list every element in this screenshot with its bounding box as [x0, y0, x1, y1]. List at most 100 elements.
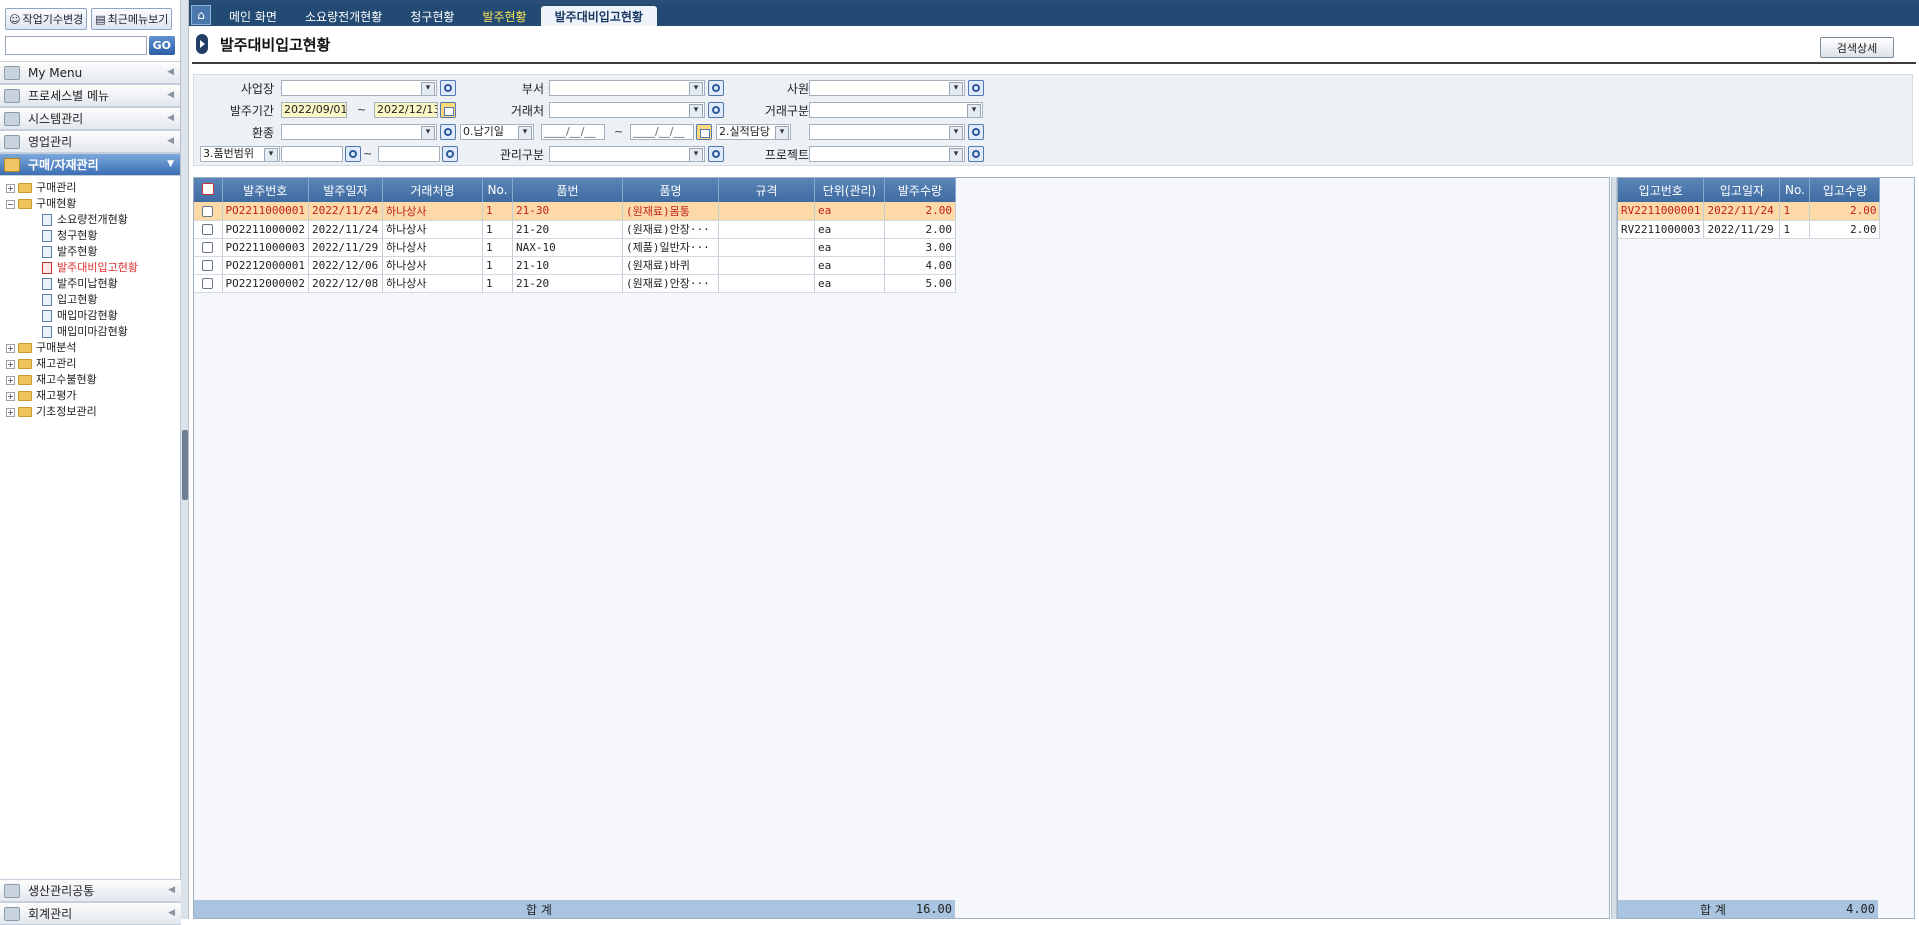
- search-icon[interactable]: [345, 146, 361, 162]
- tree-node-purchase-analysis[interactable]: + 구매분석: [6, 340, 180, 356]
- select-all-header[interactable]: [194, 178, 223, 202]
- item-to-input[interactable]: [378, 146, 440, 162]
- order-grid: 발주번호 발주일자 거래처명 No. 품번 품명 규격 단위(관리) 발주수량 …: [193, 177, 1610, 919]
- cell: (원재료)몸통: [622, 202, 719, 221]
- tab-request[interactable]: 청구현황: [396, 6, 468, 26]
- row-checkbox[interactable]: [194, 238, 223, 257]
- tab-order-status[interactable]: 발주현황: [468, 6, 540, 26]
- go-button[interactable]: GO: [148, 35, 175, 55]
- detail-search-button[interactable]: 검색상세: [1820, 37, 1894, 58]
- trade-type-select[interactable]: [809, 102, 983, 118]
- menu-purchase[interactable]: 구매/자재관리 ▼: [0, 153, 180, 176]
- tree-node-inventory[interactable]: + 재고관리: [6, 356, 180, 372]
- tree-node-inventory-valuation[interactable]: + 재고평가: [6, 388, 180, 404]
- dept-select[interactable]: [549, 80, 705, 96]
- expand-icon[interactable]: +: [6, 343, 15, 353]
- row-checkbox[interactable]: [194, 256, 223, 275]
- mgmt-select[interactable]: [549, 146, 705, 162]
- table-row[interactable]: PO2212000001 2022/12/06 하나상사 1 21-10 (원재료)바퀴 e…: [194, 256, 956, 275]
- expand-icon[interactable]: +: [6, 407, 15, 417]
- menu-system[interactable]: 시스템관리 ◀: [0, 107, 180, 130]
- checkbox-icon: [202, 278, 214, 289]
- delivery-to-input[interactable]: ____/__/__: [630, 124, 694, 140]
- col-header[interactable]: No.: [482, 178, 513, 202]
- tree-leaf[interactable]: 매입미마감현황: [6, 324, 180, 340]
- table-row[interactable]: PO2211000001 2022/11/24 하나상사 1 21-30 (원재료)몸통 e…: [194, 202, 956, 221]
- owner-type-select[interactable]: 2.실적담당: [716, 124, 791, 140]
- cell: 1: [482, 220, 513, 239]
- currency-select[interactable]: [281, 124, 437, 140]
- col-header[interactable]: 발주일자: [308, 178, 383, 202]
- table-row[interactable]: RV2211000001 2022/11/24 1 2.00: [1618, 202, 1881, 221]
- search-icon[interactable]: [440, 124, 456, 140]
- tree-node-purchase-mgmt[interactable]: + 구매관리: [6, 180, 180, 196]
- search-icon[interactable]: [968, 80, 984, 96]
- menu-search-input[interactable]: [5, 35, 147, 55]
- tab-requirement[interactable]: 소요량전개현황: [291, 6, 396, 26]
- tree-node-inventory-flow[interactable]: + 재고수불현황: [6, 372, 180, 388]
- item-from-input[interactable]: [281, 146, 343, 162]
- calendar-icon[interactable]: [696, 124, 712, 140]
- col-header[interactable]: 단위(관리): [814, 178, 885, 202]
- expand-icon[interactable]: +: [6, 375, 15, 385]
- delivery-from-input[interactable]: ____/__/__: [541, 124, 605, 140]
- col-header[interactable]: 입고수량: [1809, 178, 1881, 202]
- sidebar-splitter[interactable]: [181, 0, 189, 919]
- col-header[interactable]: 품명: [622, 178, 719, 202]
- row-checkbox[interactable]: [194, 202, 223, 221]
- col-header[interactable]: No.: [1779, 178, 1811, 202]
- cell: RV2211000001: [1618, 202, 1705, 221]
- delivery-date-type-select[interactable]: 0.납기일: [460, 124, 534, 140]
- collapse-handle[interactable]: [182, 430, 188, 500]
- cell: 하나상사: [382, 238, 483, 257]
- col-header[interactable]: 규격: [718, 178, 815, 202]
- table-row[interactable]: PO2211000003 2022/11/29 하나상사 1 NAX-10 (제품)일반자…: [194, 238, 956, 257]
- col-header[interactable]: 발주번호: [222, 178, 309, 202]
- project-select[interactable]: [809, 146, 965, 162]
- col-header[interactable]: 입고번호: [1618, 178, 1705, 202]
- expand-icon[interactable]: +: [6, 391, 15, 401]
- site-select[interactable]: [281, 80, 437, 96]
- search-icon[interactable]: [968, 124, 984, 140]
- folder-icon: [18, 375, 32, 385]
- col-header[interactable]: 품번: [512, 178, 623, 202]
- collapse-icon[interactable]: −: [6, 199, 15, 209]
- date-to-input[interactable]: 2022/12/13: [374, 102, 438, 118]
- tree-leaf[interactable]: 입고현황: [6, 292, 180, 308]
- owner-select[interactable]: [809, 124, 965, 140]
- menu-sales[interactable]: 영업관리 ◀: [0, 130, 180, 153]
- table-row[interactable]: RV2211000003 2022/11/29 1 2.00: [1618, 220, 1881, 239]
- tree-node-purchase-status[interactable]: − 구매현황: [6, 196, 180, 212]
- row-checkbox[interactable]: [194, 220, 223, 239]
- home-icon[interactable]: ⌂: [191, 5, 211, 25]
- table-row[interactable]: PO2211000002 2022/11/24 하나상사 1 21-20 (원재료)안장·…: [194, 220, 956, 239]
- change-period-button[interactable]: ☺ 작업기수변경: [5, 8, 88, 30]
- row-checkbox[interactable]: [194, 274, 223, 293]
- employee-select[interactable]: [809, 80, 965, 96]
- menu-production-common[interactable]: 생산관리공통 ◀: [0, 879, 181, 902]
- menu-my-menu[interactable]: My Menu ◀: [0, 61, 180, 84]
- partner-select[interactable]: [549, 102, 705, 118]
- tree-leaf[interactable]: 발주미납현황: [6, 276, 180, 292]
- expand-icon[interactable]: +: [6, 359, 15, 369]
- tree-leaf-selected[interactable]: 발주대비입고현황: [6, 260, 180, 276]
- item-range-select[interactable]: 3.품번범위: [200, 146, 280, 162]
- cell: ea: [814, 220, 885, 239]
- tree-leaf[interactable]: 발주현황: [6, 244, 180, 260]
- tree-leaf[interactable]: 매입마감현황: [6, 308, 180, 324]
- menu-accounting[interactable]: 회계관리 ◀: [0, 902, 181, 925]
- tab-order-vs-receipt[interactable]: 발주대비입고현황: [540, 6, 657, 26]
- search-icon[interactable]: [968, 146, 984, 162]
- expand-icon[interactable]: +: [6, 183, 15, 193]
- menu-process[interactable]: 프로세스별 메뉴 ◀: [0, 84, 180, 107]
- table-row[interactable]: PO2212000002 2022/12/08 하나상사 1 21-20 (원재료)안장·…: [194, 274, 956, 293]
- col-header[interactable]: 거래처명: [382, 178, 483, 202]
- tab-main[interactable]: 메인 화면: [215, 6, 291, 26]
- recent-menu-button[interactable]: ▤ 최근메뉴보기: [91, 8, 173, 30]
- col-header[interactable]: 입고일자: [1703, 178, 1781, 202]
- col-header[interactable]: 발주수량: [884, 178, 956, 202]
- tree-node-basic-info[interactable]: + 기초정보관리: [6, 404, 180, 420]
- date-from-input[interactable]: 2022/09/01: [281, 102, 347, 118]
- tree-leaf[interactable]: 청구현황: [6, 228, 180, 244]
- tree-leaf[interactable]: 소요량전개현황: [6, 212, 180, 228]
